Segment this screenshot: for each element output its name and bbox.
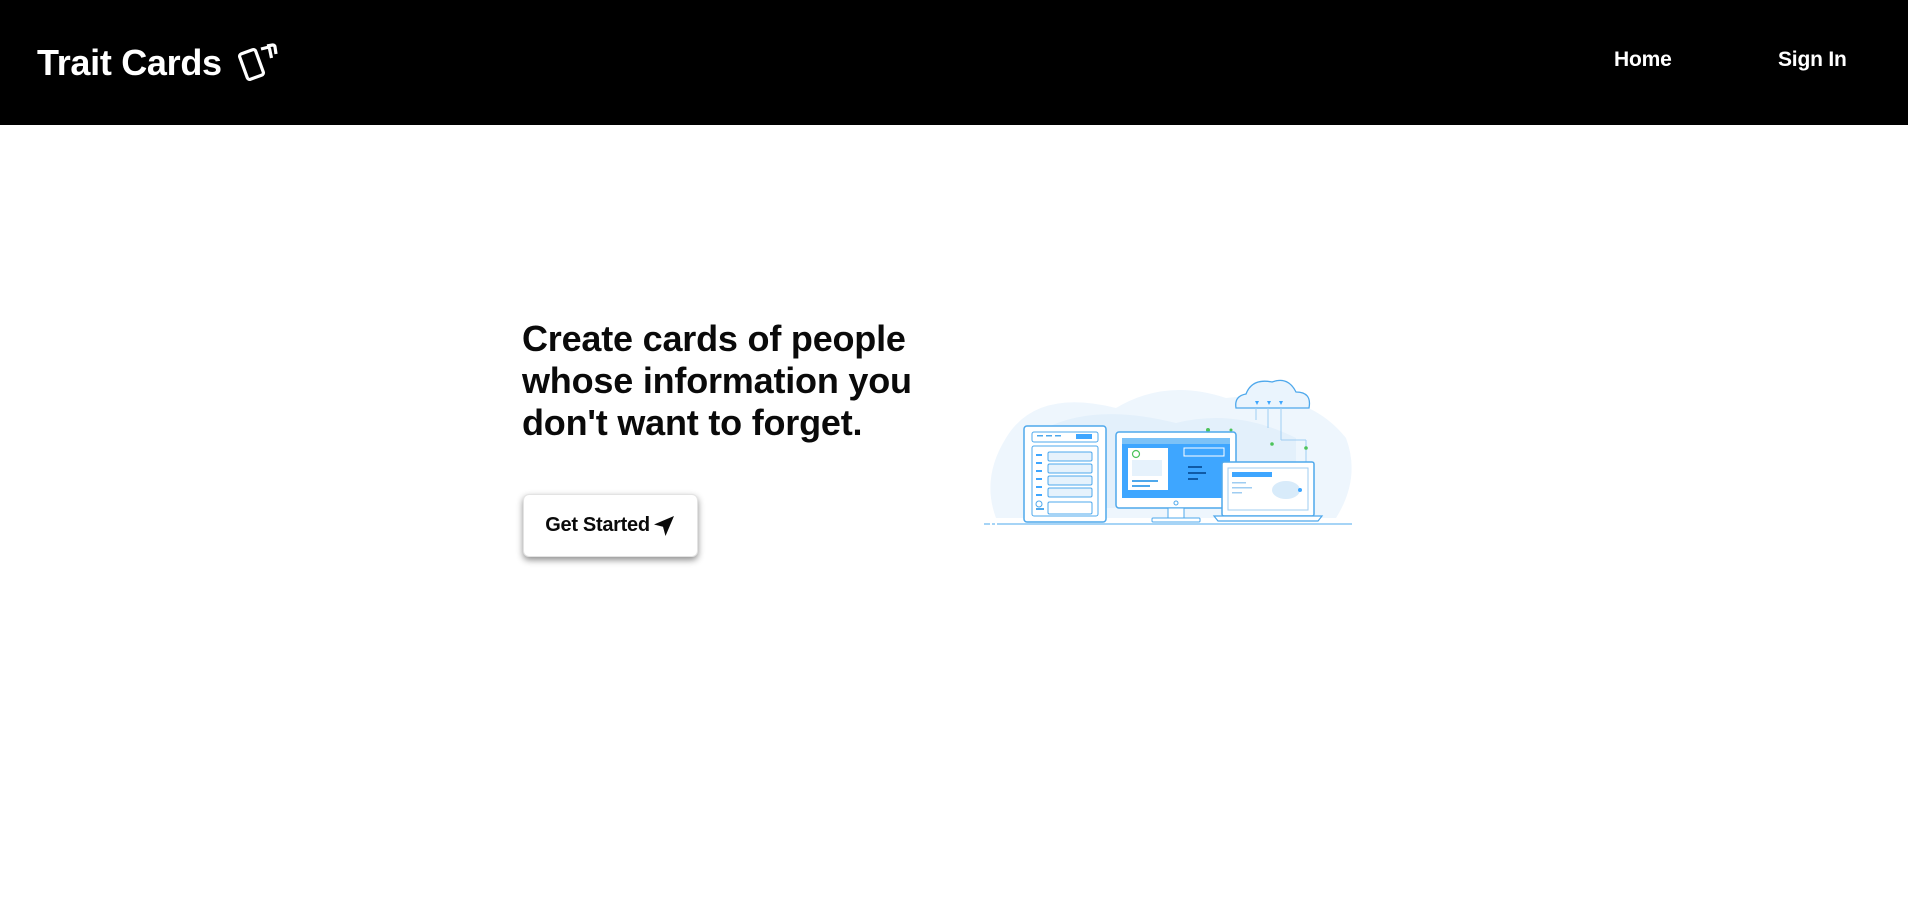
laptop-icon: [1212, 461, 1324, 522]
nav-signin-link[interactable]: Sign In: [1778, 48, 1847, 72]
brand-link[interactable]: Trait Cards: [37, 36, 280, 90]
cards-icon: [237, 43, 278, 81]
nav-home-link[interactable]: Home: [1614, 48, 1672, 72]
get-started-label: Get Started: [545, 514, 650, 536]
location-arrow-icon: [653, 515, 674, 536]
get-started-button[interactable]: Get Started: [523, 494, 698, 557]
brand-title: Trait Cards: [37, 42, 222, 83]
navbar: Trait Cards Home Sign In: [0, 0, 1908, 125]
server-icon: [1023, 425, 1107, 523]
monitor-icon: [1115, 431, 1237, 523]
cloud-devices-illustration: [984, 379, 1352, 525]
hero-headline: Create cards of people whose information…: [522, 318, 912, 443]
